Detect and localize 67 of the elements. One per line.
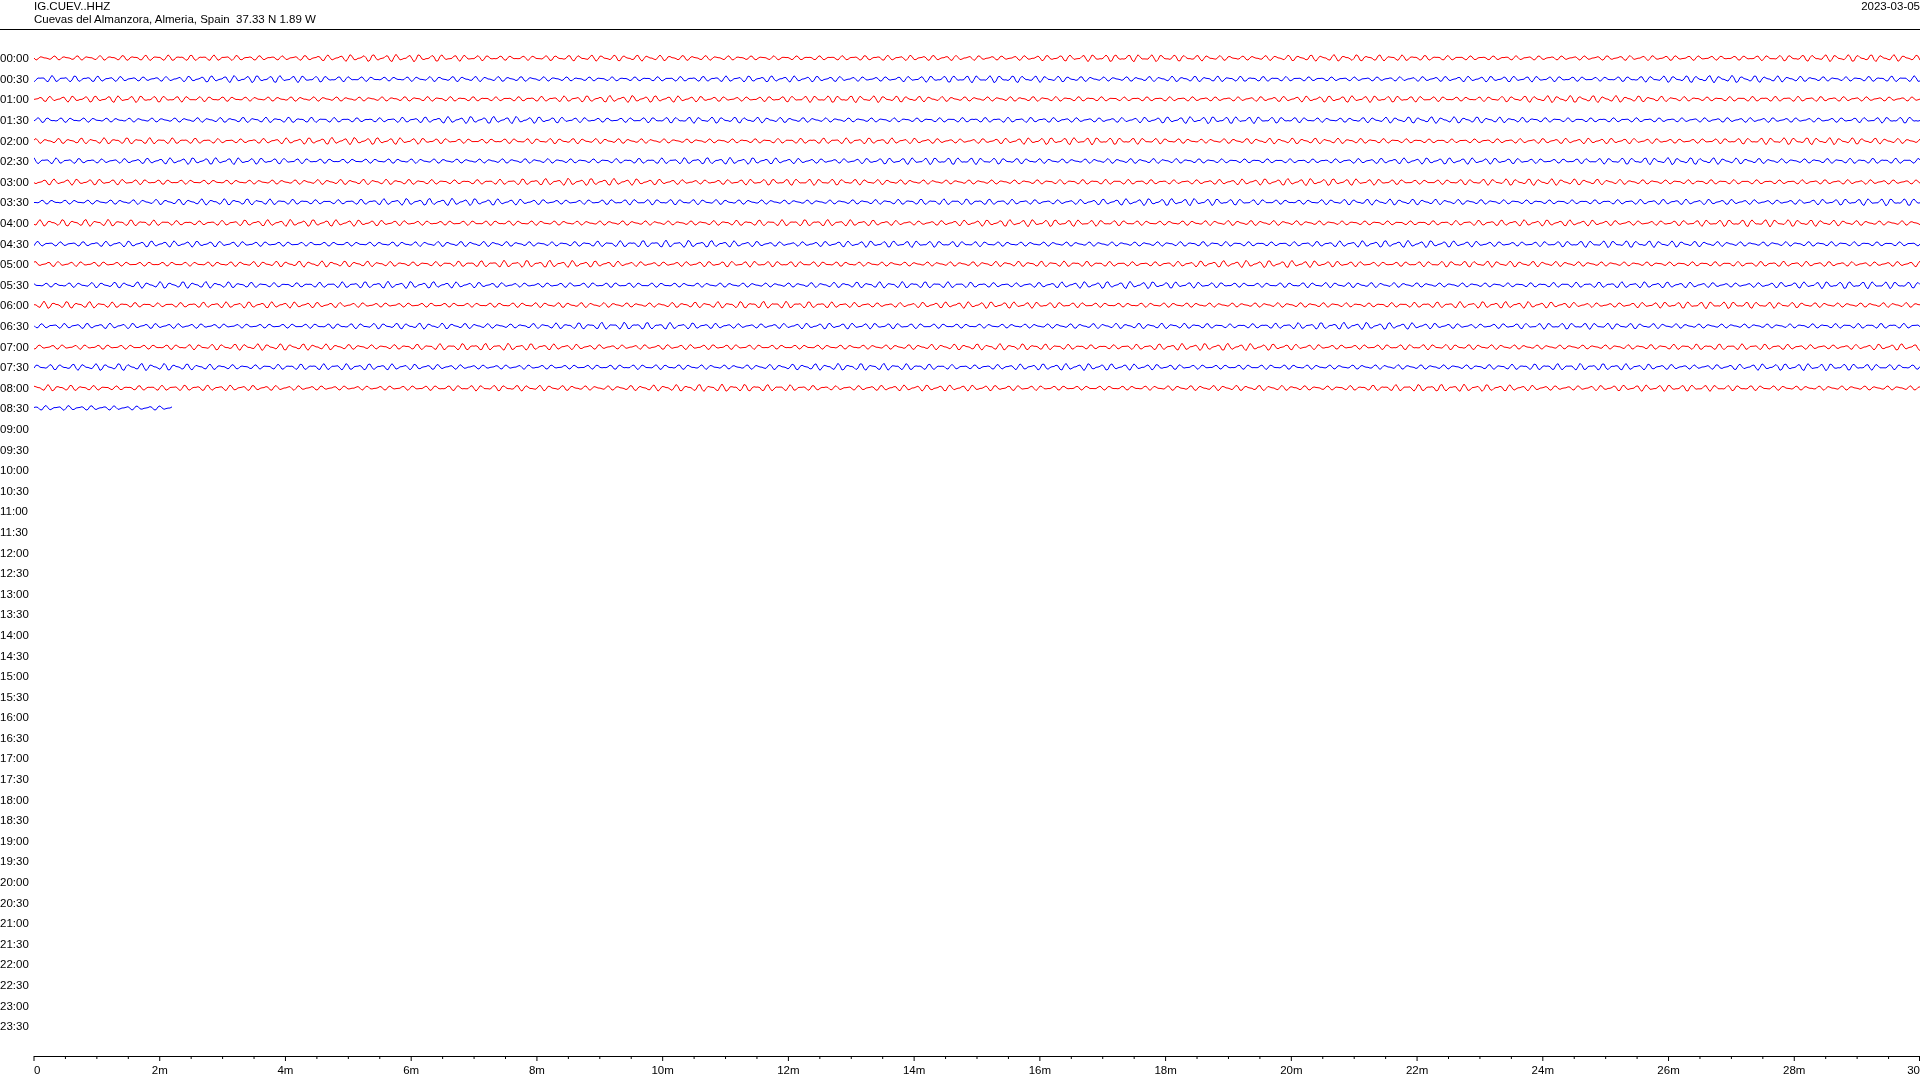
time-label: 23:30 [0, 1020, 30, 1033]
time-label: 00:00 [0, 52, 30, 65]
time-label: 05:30 [0, 278, 30, 291]
time-label: 06:30 [0, 320, 30, 332]
time-label: 12:00 [0, 546, 30, 559]
time-label: 07:30 [0, 361, 30, 374]
time-label: 20:30 [0, 896, 30, 909]
time-label: 16:00 [0, 711, 30, 724]
time-label: 17:00 [0, 752, 30, 765]
time-label: 03:30 [0, 196, 30, 209]
axis-label: 20m [1280, 1064, 1303, 1076]
axis-label: 2m [151, 1064, 168, 1076]
time-label: 11:30 [0, 525, 29, 538]
time-label: 20:00 [0, 876, 30, 889]
time-label: 09:30 [0, 443, 30, 456]
time-label: 21:30 [0, 937, 30, 950]
time-label: 07:00 [0, 340, 30, 353]
axis-label: 22m [1405, 1064, 1429, 1076]
time-label: 06:00 [0, 299, 30, 312]
time-label: 14:00 [0, 628, 30, 641]
time-label: 16:30 [0, 731, 30, 744]
time-label: 08:00 [0, 381, 30, 394]
time-label: 01:00 [0, 93, 30, 106]
time-label: 13:00 [0, 587, 30, 600]
time-label: 05:00 [0, 258, 30, 271]
axis-label: 12m [777, 1064, 800, 1076]
time-label: 02:30 [0, 155, 30, 168]
time-label: 02:00 [0, 134, 30, 147]
time-label: 18:30 [0, 814, 30, 827]
time-label: 22:00 [0, 958, 30, 971]
time-label: 18:00 [0, 793, 30, 806]
time-label: 15:00 [0, 670, 30, 683]
time-label: 00:30 [0, 72, 30, 85]
axis-label: 6m [403, 1064, 420, 1076]
time-label: 04:30 [0, 237, 30, 250]
time-label: 08:30 [0, 402, 30, 415]
time-label: 11:00 [0, 505, 29, 518]
plot-date: 2023-03-05 [1861, 0, 1920, 13]
station-location: Cuevas del Almanzora, Almeria, Spain 37.33 N 1.89 W [34, 13, 316, 26]
axis-label: 14m [902, 1064, 926, 1076]
time-label: 19:00 [0, 834, 30, 847]
time-label: 19:30 [0, 855, 30, 868]
time-label: 14:30 [0, 649, 30, 662]
axis-label: 8m [528, 1064, 545, 1076]
time-label: 15:30 [0, 690, 30, 703]
axis-label: 26m [1657, 1064, 1680, 1076]
time-label: 01:30 [0, 114, 30, 127]
time-label: 10:30 [0, 484, 30, 497]
time-label: 13:30 [0, 608, 30, 621]
axis-label: 30 [1907, 1064, 1920, 1076]
axis-label: 16m [1028, 1064, 1052, 1076]
axis-label: 18m [1154, 1064, 1177, 1076]
time-label: 21:00 [0, 917, 30, 930]
axis-label: 0 [34, 1064, 41, 1076]
axis-label: 4m [277, 1064, 294, 1076]
time-label: 09:00 [0, 423, 30, 435]
axis-label: 28m [1783, 1064, 1806, 1076]
time-label: 04:00 [0, 217, 30, 230]
axis-label: 10m [651, 1064, 674, 1076]
time-label: 22:30 [0, 979, 30, 991]
time-label: 03:00 [0, 175, 30, 188]
time-label: 12:30 [0, 567, 30, 580]
time-label: 10:00 [0, 464, 30, 477]
time-label: 17:30 [0, 773, 30, 786]
station-code: IG.CUEV..HHZ [34, 0, 112, 13]
time-label: 23:00 [0, 999, 30, 1012]
axis-label: 24m [1531, 1064, 1554, 1076]
